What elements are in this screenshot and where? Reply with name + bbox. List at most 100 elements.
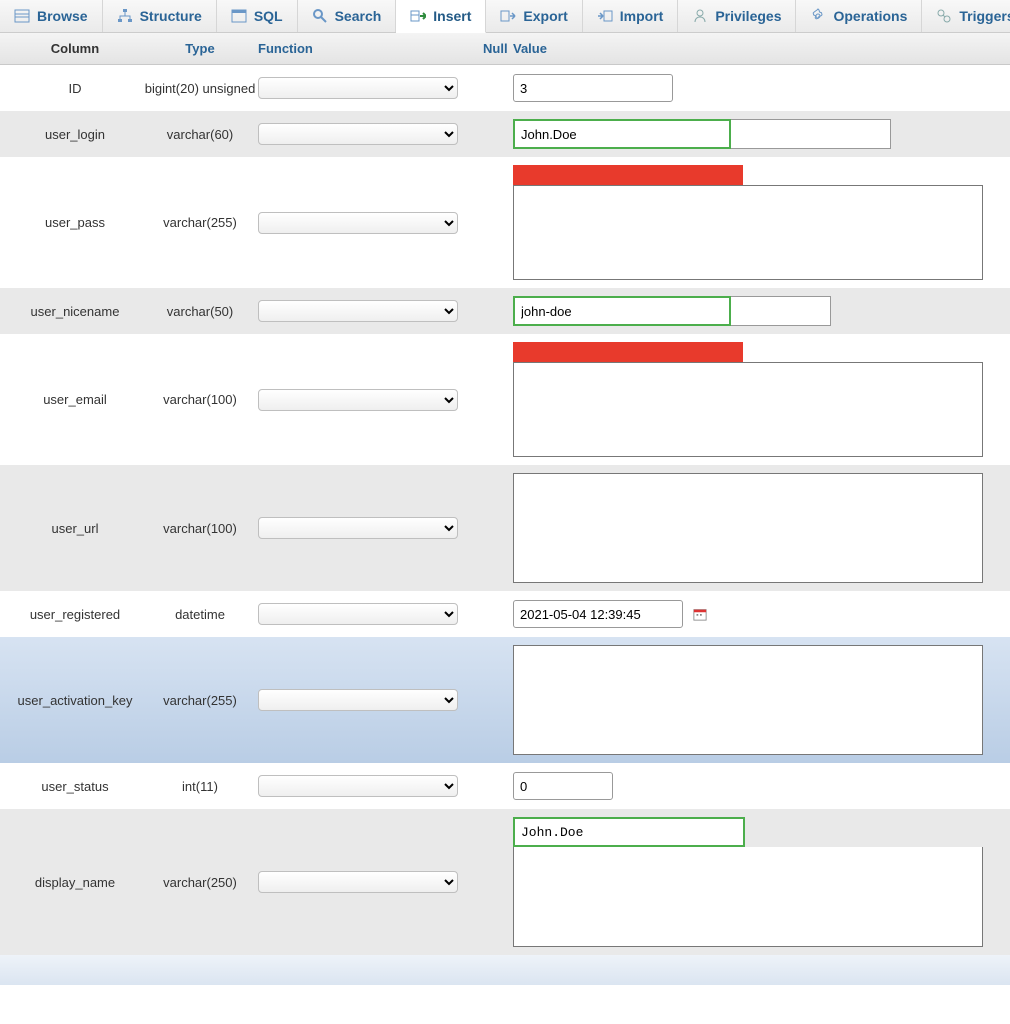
row-display_name: display_namevarchar(250) xyxy=(0,809,1010,955)
triggers-icon xyxy=(936,8,952,24)
row-ID: IDbigint(20) unsigned xyxy=(0,65,1010,111)
row-user_activation_key: user_activation_keyvarchar(255) xyxy=(0,637,1010,763)
header-type: Type xyxy=(150,33,250,64)
function-select-user_nicename[interactable] xyxy=(258,300,458,322)
tab-privileges[interactable]: Privileges xyxy=(678,0,796,32)
column-name: ID xyxy=(0,65,150,111)
tab-import[interactable]: Import xyxy=(583,0,679,32)
value-extra-user_login[interactable] xyxy=(731,119,891,149)
column-type: varchar(50) xyxy=(150,288,250,334)
column-type: varchar(255) xyxy=(150,157,250,288)
value-highlight-display_name xyxy=(513,817,745,847)
column-null xyxy=(475,591,505,637)
column-function xyxy=(250,637,475,763)
value-textarea-user_url[interactable] xyxy=(513,473,983,583)
tab-label: Privileges xyxy=(715,8,781,24)
column-type: int(11) xyxy=(150,763,250,809)
column-function xyxy=(250,809,475,955)
header-function: Function xyxy=(250,33,475,64)
column-name: user_activation_key xyxy=(0,637,150,763)
redacted-bar-user_email xyxy=(513,342,743,362)
row-user_registered: user_registereddatetime xyxy=(0,591,1010,637)
column-name: user_url xyxy=(0,465,150,591)
value-textarea-user_email[interactable] xyxy=(513,362,983,457)
column-type: bigint(20) unsigned xyxy=(150,65,250,111)
value-textarea-user_activation_key[interactable] xyxy=(513,645,983,755)
column-function xyxy=(250,288,475,334)
browse-icon xyxy=(14,8,30,24)
function-select-user_activation_key[interactable] xyxy=(258,689,458,711)
value-input-user_status[interactable] xyxy=(513,772,613,800)
tab-label: Browse xyxy=(37,8,88,24)
column-null xyxy=(475,334,505,465)
value-input-user_login[interactable] xyxy=(517,123,727,145)
tab-triggers[interactable]: Triggers xyxy=(922,0,1010,32)
column-name: user_nicename xyxy=(0,288,150,334)
tab-export[interactable]: Export xyxy=(486,0,582,32)
header-null: Null xyxy=(475,33,505,64)
column-null xyxy=(475,111,505,157)
row-user_status: user_statusint(11) xyxy=(0,763,1010,809)
row-user_url: user_urlvarchar(100) xyxy=(0,465,1010,591)
footer-bar xyxy=(0,955,1010,985)
value-input-display_name[interactable] xyxy=(517,821,727,843)
function-select-user_email[interactable] xyxy=(258,389,458,411)
insert-icon xyxy=(410,8,426,24)
tab-sql[interactable]: SQL xyxy=(217,0,298,32)
tab-label: SQL xyxy=(254,8,283,24)
insert-grid: Column Type Function Null Value IDbigint… xyxy=(0,33,1010,955)
operations-icon xyxy=(810,8,826,24)
calendar-icon[interactable] xyxy=(693,607,707,621)
tab-insert[interactable]: Insert xyxy=(396,0,486,33)
column-type: varchar(60) xyxy=(150,111,250,157)
column-name: user_registered xyxy=(0,591,150,637)
function-select-user_registered[interactable] xyxy=(258,603,458,625)
value-input-user_nicename[interactable] xyxy=(517,300,727,322)
column-name: user_login xyxy=(0,111,150,157)
value-textarea-display_name[interactable] xyxy=(513,847,983,947)
value-extra-user_nicename[interactable] xyxy=(731,296,831,326)
value-textarea-user_pass[interactable] xyxy=(513,185,983,280)
grid-header-row: Column Type Function Null Value xyxy=(0,33,1010,65)
tab-label: Structure xyxy=(140,8,202,24)
column-name: user_email xyxy=(0,334,150,465)
tab-search[interactable]: Search xyxy=(298,0,397,32)
function-select-ID[interactable] xyxy=(258,77,458,99)
column-function xyxy=(250,157,475,288)
column-name: display_name xyxy=(0,809,150,955)
tab-structure[interactable]: Structure xyxy=(103,0,217,32)
column-null xyxy=(475,637,505,763)
value-input-user_registered[interactable] xyxy=(513,600,683,628)
value-highlight-user_nicename xyxy=(513,296,731,326)
sql-icon xyxy=(231,8,247,24)
tab-label: Export xyxy=(523,8,567,24)
redacted-bar-user_pass xyxy=(513,165,743,185)
column-null xyxy=(475,763,505,809)
tab-browse[interactable]: Browse xyxy=(0,0,103,32)
tab-label: Triggers xyxy=(959,8,1010,24)
function-select-user_status[interactable] xyxy=(258,775,458,797)
column-function xyxy=(250,111,475,157)
value-input-ID[interactable] xyxy=(513,74,673,102)
column-type: varchar(255) xyxy=(150,637,250,763)
function-select-user_login[interactable] xyxy=(258,123,458,145)
column-null xyxy=(475,809,505,955)
tab-operations[interactable]: Operations xyxy=(796,0,922,32)
tab-label: Search xyxy=(335,8,382,24)
export-icon xyxy=(500,8,516,24)
column-function xyxy=(250,65,475,111)
tab-label: Import xyxy=(620,8,664,24)
top-tabs: Browse Structure SQL Search Insert Export Impo… xyxy=(0,0,1010,33)
column-type: varchar(100) xyxy=(150,334,250,465)
column-type: datetime xyxy=(150,591,250,637)
row-user_email: user_emailvarchar(100) xyxy=(0,334,1010,465)
function-select-user_url[interactable] xyxy=(258,517,458,539)
function-select-user_pass[interactable] xyxy=(258,212,458,234)
header-value: Value xyxy=(505,33,1010,64)
row-user_pass: user_passvarchar(255) xyxy=(0,157,1010,288)
column-name: user_pass xyxy=(0,157,150,288)
function-select-display_name[interactable] xyxy=(258,871,458,893)
row-user_nicename: user_nicenamevarchar(50) xyxy=(0,288,1010,334)
column-function xyxy=(250,591,475,637)
column-null xyxy=(475,288,505,334)
